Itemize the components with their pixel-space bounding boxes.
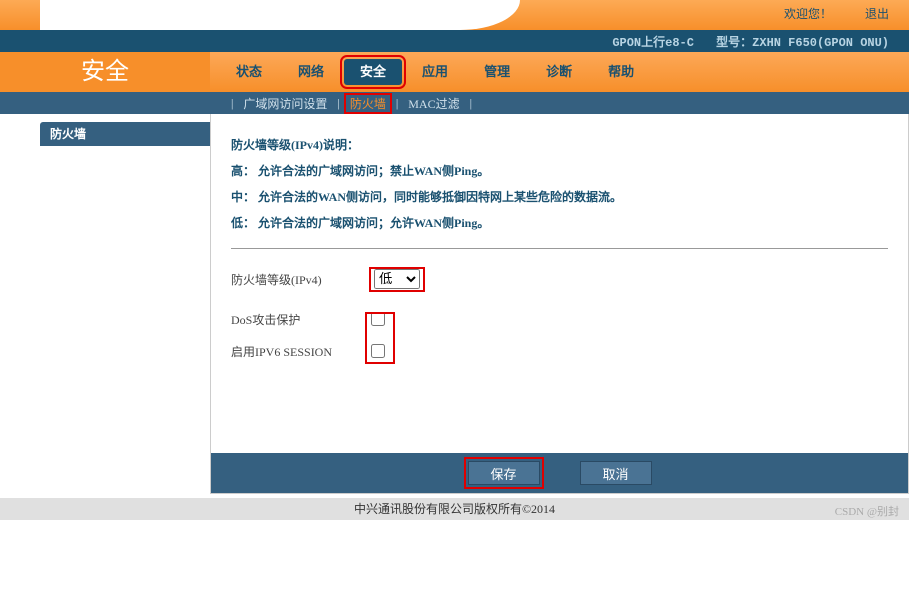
welcome-link[interactable]: 欢迎您！ [784, 7, 832, 21]
desc-low: 低： 允许合法的广域网访问；允许WAN侧Ping。 [231, 210, 888, 236]
watermark: CSDN @别封 [835, 501, 899, 523]
copyright-text: 中兴通讯股份有限公司版权所有©2014 [354, 502, 555, 516]
footer: 中兴通讯股份有限公司版权所有©2014 CSDN @别封 [0, 498, 909, 520]
tab-network[interactable]: 网络 [282, 59, 340, 85]
level-select[interactable]: 高 中 低 [374, 269, 420, 289]
model-label: 型号： [716, 36, 752, 50]
subnav-wan-access[interactable]: 广域网访问设置 [239, 95, 331, 112]
ipv6-label: 启用IPV6 SESSION [231, 343, 371, 360]
section-title: 安全 [0, 52, 210, 92]
dos-label: DoS攻击保护 [231, 311, 371, 328]
logout-link[interactable]: 退出 [865, 7, 889, 21]
device-info-bar: GPON上行e8-C 型号：ZXHN F650(GPON ONU) [0, 30, 909, 52]
level-label: 防火墙等级(IPv4) [231, 271, 371, 288]
tab-help[interactable]: 帮助 [592, 59, 650, 85]
uplink-text: GPON上行e8-C [612, 36, 694, 50]
model-value: ZXHN F650(GPON ONU) [752, 36, 889, 50]
tab-status[interactable]: 状态 [220, 59, 278, 85]
top-orange-bar: 欢迎您！ 退出 [0, 0, 909, 30]
content-panel: 防火墙等级(IPv4)说明： 高： 允许合法的广域网访问；禁止WAN侧Ping。… [210, 114, 909, 494]
sub-nav: | 广域网访问设置 | 防火墙 | MAC过滤 | [0, 92, 909, 114]
tab-security[interactable]: 安全 [344, 59, 402, 85]
tab-diagnosis[interactable]: 诊断 [530, 59, 588, 85]
main-nav: 状态 网络 安全 应用 管理 诊断 帮助 [210, 52, 909, 92]
side-menu-firewall[interactable]: 防火墙 [40, 122, 210, 146]
subnav-mac-filter[interactable]: MAC过滤 [404, 95, 463, 112]
desc-high: 高： 允许合法的广域网访问；禁止WAN侧Ping。 [231, 158, 888, 184]
desc-mid: 中： 允许合法的WAN侧访问，同时能够抵御因特网上某些危险的数据流。 [231, 184, 888, 210]
save-button[interactable]: 保存 [468, 461, 540, 485]
tab-management[interactable]: 管理 [468, 59, 526, 85]
tab-application[interactable]: 应用 [406, 59, 464, 85]
subnav-firewall[interactable]: 防火墙 [346, 95, 390, 112]
button-bar: 保存 取消 [211, 453, 908, 493]
cancel-button[interactable]: 取消 [580, 461, 652, 485]
desc-title: 防火墙等级(IPv4)说明： [231, 132, 888, 158]
